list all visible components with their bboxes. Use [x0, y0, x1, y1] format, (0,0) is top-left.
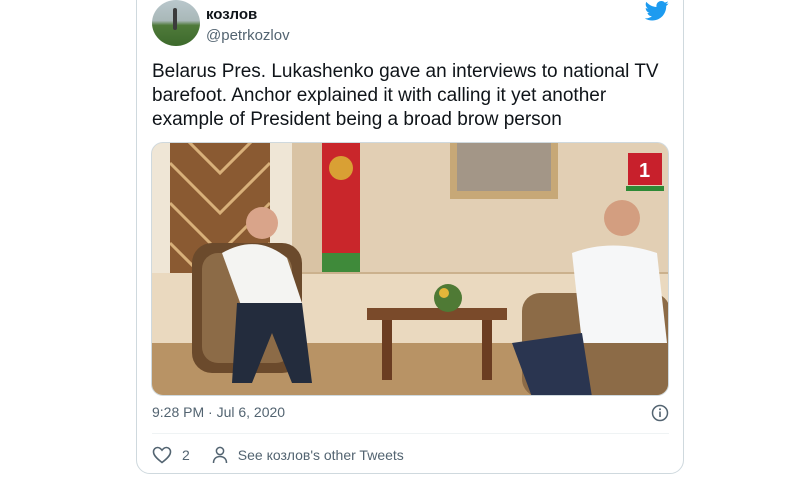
channel-logo-number: 1	[639, 160, 650, 182]
divider	[152, 433, 669, 434]
other-tweets-link[interactable]: See козлов's other Tweets	[238, 447, 404, 463]
tweet-media-video[interactable]: 1	[151, 142, 669, 396]
video-frame: 1	[152, 143, 668, 395]
avatar[interactable]	[152, 0, 200, 46]
heart-icon[interactable]	[152, 446, 172, 464]
author-handle[interactable]: @petrkozlov	[206, 27, 290, 44]
tweet-timestamp[interactable]: 9:28 PM · Jul 6, 2020	[152, 404, 285, 420]
avatar-figure	[173, 8, 177, 30]
tweet-text: Belarus Pres. Lukashenko gave an intervi…	[152, 61, 659, 130]
like-count[interactable]: 2	[182, 447, 190, 463]
twitter-bird-icon[interactable]	[645, 1, 669, 21]
action-bar: 2 See козлов's other Tweets	[152, 444, 404, 466]
author-name[interactable]: козлов	[206, 6, 257, 23]
info-icon[interactable]	[651, 404, 669, 422]
person-icon	[212, 446, 228, 464]
